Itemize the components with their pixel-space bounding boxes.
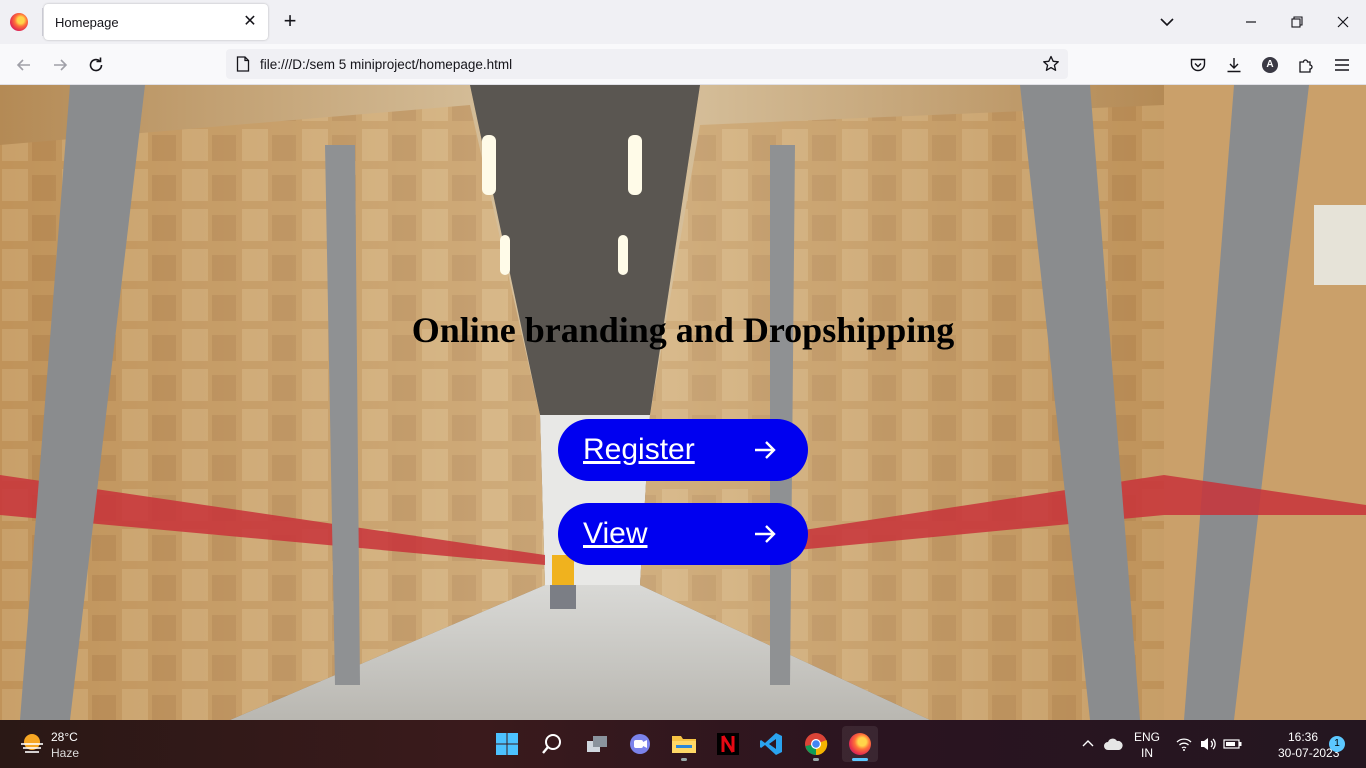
notification-badge[interactable]: 1 — [1329, 736, 1345, 752]
view-button[interactable]: View — [558, 503, 808, 565]
clock-time[interactable]: 16:36 — [1280, 730, 1326, 744]
teams-chat-icon[interactable] — [622, 726, 658, 762]
active-app-indicator — [852, 758, 868, 761]
downloads-icon[interactable] — [1222, 53, 1246, 77]
running-indicator — [681, 758, 687, 761]
register-button-label: Register — [583, 433, 695, 466]
arrow-right-icon — [755, 441, 776, 459]
page-headline: Online branding and Dropshipping — [411, 310, 955, 350]
chrome-icon[interactable] — [798, 726, 834, 762]
new-tab-icon[interactable]: + — [279, 10, 301, 33]
wifi-icon[interactable] — [1174, 726, 1194, 762]
back-icon[interactable] — [12, 53, 36, 77]
account-avatar-icon[interactable]: A — [1258, 53, 1282, 77]
arrow-right-icon — [755, 525, 776, 543]
menu-hamburger-icon[interactable] — [1330, 53, 1354, 77]
weather-condition: Haze — [51, 746, 80, 760]
search-icon[interactable] — [534, 726, 570, 762]
chevron-down-icon[interactable] — [1157, 12, 1177, 32]
browser-tab-strip: Homepage ✕ + — [0, 0, 1366, 44]
warehouse-background-image — [0, 85, 1164, 720]
onedrive-cloud-icon[interactable] — [1100, 726, 1126, 762]
bookmark-star-icon[interactable] — [1042, 55, 1060, 73]
show-hidden-icons-chevron-up-icon[interactable] — [1078, 726, 1098, 762]
windows-taskbar: 28°C Haze ENG IN 16:36 30-07-2023 1 — [0, 720, 1366, 768]
netflix-icon[interactable] — [710, 726, 746, 762]
weather-temperature: 28°C — [51, 730, 78, 744]
clock-date[interactable]: 30-07-2023 — [1278, 746, 1339, 760]
forward-icon[interactable] — [48, 53, 72, 77]
pocket-icon[interactable] — [1186, 53, 1210, 77]
restore-icon[interactable] — [1274, 0, 1320, 44]
language-indicator-line2[interactable]: IN — [1134, 746, 1160, 760]
running-indicator — [813, 758, 819, 761]
register-button[interactable]: Register — [558, 419, 808, 481]
firefox-icon[interactable] — [10, 13, 28, 31]
background-image-repeat — [1164, 85, 1366, 720]
tab-title: Homepage — [55, 15, 119, 30]
page-viewport: Online branding and Dropshipping Registe… — [0, 85, 1366, 720]
close-window-icon[interactable] — [1320, 0, 1366, 44]
extensions-icon[interactable] — [1294, 53, 1318, 77]
tab-divider — [42, 8, 43, 36]
haze-weather-icon[interactable] — [19, 732, 45, 756]
reload-icon[interactable] — [84, 53, 108, 77]
close-tab-icon[interactable]: ✕ — [240, 12, 260, 32]
browser-nav-bar: file:///D:/sem 5 miniproject/homepage.ht… — [0, 44, 1366, 85]
language-indicator-line1[interactable]: ENG — [1134, 730, 1160, 744]
windows-start-icon[interactable] — [489, 726, 525, 762]
file-explorer-icon[interactable] — [666, 726, 702, 762]
volume-icon[interactable] — [1198, 726, 1220, 762]
task-view-icon[interactable] — [579, 726, 615, 762]
page-icon — [236, 56, 250, 72]
url-text: file:///D:/sem 5 miniproject/homepage.ht… — [260, 57, 513, 72]
tab-homepage[interactable]: Homepage ✕ — [44, 4, 268, 40]
url-bar[interactable]: file:///D:/sem 5 miniproject/homepage.ht… — [226, 49, 1068, 79]
vscode-icon[interactable] — [753, 726, 789, 762]
minimize-icon[interactable] — [1228, 0, 1274, 44]
battery-icon[interactable] — [1222, 726, 1244, 762]
firefox-taskbar-icon[interactable] — [842, 726, 878, 762]
account-initial: A — [1262, 57, 1278, 73]
view-button-label: View — [583, 517, 648, 550]
